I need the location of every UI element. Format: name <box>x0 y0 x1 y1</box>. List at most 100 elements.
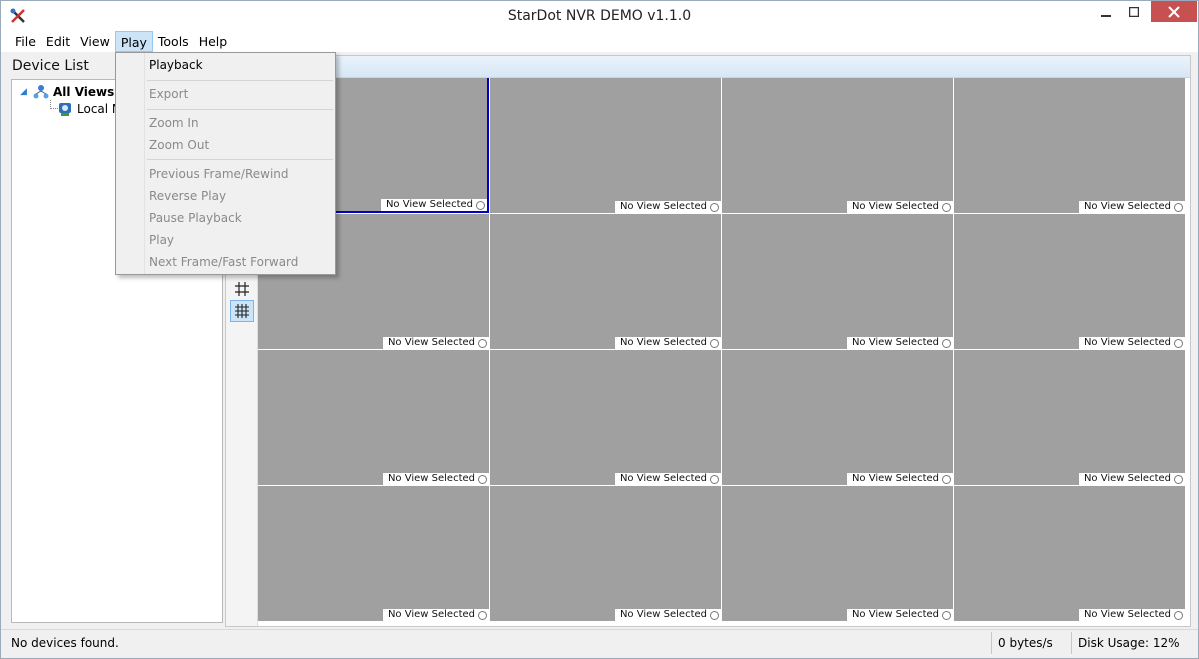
status-disk-usage: Disk Usage: 12% <box>1078 636 1180 650</box>
view-status-text: No View Selected <box>851 337 939 348</box>
camera-view-cell[interactable]: No View Selected <box>490 214 721 349</box>
menu-separator <box>147 109 333 110</box>
status-radio-icon[interactable] <box>478 474 487 484</box>
view-status-text: No View Selected <box>1083 201 1171 212</box>
menu-item-export[interactable]: Export <box>149 84 188 104</box>
menu-item-pause-playback[interactable]: Pause Playback <box>149 208 242 228</box>
grid-4x4-icon <box>235 304 249 318</box>
status-radio-icon[interactable] <box>1174 610 1183 620</box>
camera-view-cell[interactable]: No View Selected <box>954 214 1185 349</box>
view-status-label: No View Selected <box>615 473 721 485</box>
camera-view-cell[interactable]: No View Selected <box>954 78 1185 213</box>
view-status-label: No View Selected <box>615 609 721 621</box>
camera-view-cell[interactable]: No View Selected <box>722 78 953 213</box>
menu-item-play[interactable]: Play <box>149 230 174 250</box>
status-radio-icon[interactable] <box>478 610 487 620</box>
window-title: StarDot NVR DEMO v1.1.0 <box>507 8 692 24</box>
camera-view-cell[interactable]: No View Selected <box>954 350 1185 485</box>
app-window: StarDot NVR DEMO v1.1.0 File Edit View P… <box>0 0 1199 659</box>
view-status-text: No View Selected <box>1083 337 1171 348</box>
expand-arrow-icon[interactable]: ◢ <box>20 87 30 97</box>
menu-edit[interactable]: Edit <box>41 31 75 52</box>
menu-view[interactable]: View <box>75 31 115 52</box>
title-bar[interactable]: StarDot NVR DEMO v1.1.0 <box>1 1 1198 31</box>
view-status-label: No View Selected <box>1079 337 1185 349</box>
camera-view-cell[interactable]: No View Selected <box>490 78 721 213</box>
status-radio-icon[interactable] <box>476 200 485 210</box>
camera-view-cell[interactable]: No View Selected <box>954 486 1185 621</box>
status-radio-icon[interactable] <box>710 338 719 348</box>
status-radio-icon[interactable] <box>478 338 487 348</box>
view-status-text: No View Selected <box>851 609 939 620</box>
status-radio-icon[interactable] <box>1174 202 1183 212</box>
menu-item-zoom-out[interactable]: Zoom Out <box>149 135 209 155</box>
status-message: No devices found. <box>11 636 119 650</box>
maximize-button[interactable] <box>1121 1 1147 23</box>
maximize-icon <box>1129 7 1139 17</box>
view-status-text: No View Selected <box>1083 609 1171 620</box>
camera-view-cell[interactable]: No View Selected <box>258 486 489 621</box>
network-views-icon <box>33 85 49 99</box>
status-radio-icon[interactable] <box>710 610 719 620</box>
view-status-label: No View Selected <box>1079 473 1185 485</box>
camera-view-cell[interactable]: No View Selected <box>258 350 489 485</box>
status-radio-icon[interactable] <box>1174 338 1183 348</box>
tree-node-all-views[interactable]: ◢ All Views <box>20 84 114 100</box>
menu-play[interactable]: Play <box>114 31 153 52</box>
menu-separator <box>147 80 333 81</box>
layout-3x3-button[interactable] <box>230 278 254 300</box>
status-radio-icon[interactable] <box>710 474 719 484</box>
view-status-text: No View Selected <box>851 473 939 484</box>
device-list-title: Device List <box>12 58 89 74</box>
grid-3x3-icon <box>235 282 249 296</box>
view-status-label: No View Selected <box>847 609 953 621</box>
status-radio-icon[interactable] <box>942 474 951 484</box>
view-status-text: No View Selected <box>619 337 707 348</box>
camera-view-cell[interactable]: No View Selected <box>722 486 953 621</box>
view-status-text: No View Selected <box>619 609 707 620</box>
camera-view-cell[interactable]: No View Selected <box>722 214 953 349</box>
view-status-text: No View Selected <box>387 609 475 620</box>
view-status-label: No View Selected <box>383 473 489 485</box>
view-status-label: No View Selected <box>1079 609 1185 621</box>
menu-separator <box>147 159 333 160</box>
view-status-label: No View Selected <box>1079 201 1185 213</box>
view-status-label: No View Selected <box>383 609 489 621</box>
menu-item-playback[interactable]: Playback <box>149 55 203 75</box>
play-menu-dropdown: Playback Export Zoom In Zoom Out Previous Fr… <box>115 52 336 275</box>
tree-node-label: All Views <box>53 85 115 99</box>
minimize-button[interactable] <box>1091 1 1121 23</box>
layout-4x4-button[interactable] <box>230 300 254 322</box>
view-status-label: No View Selected <box>383 337 489 349</box>
view-status-text: No View Selected <box>1083 473 1171 484</box>
menu-item-reverse-play[interactable]: Reverse Play <box>149 186 226 206</box>
view-status-label: No View Selected <box>847 201 953 213</box>
local-view-icon <box>59 103 71 116</box>
view-status-text: No View Selected <box>385 199 473 210</box>
view-status-label: No View Selected <box>615 337 721 349</box>
status-radio-icon[interactable] <box>710 202 719 212</box>
view-toolbar <box>226 56 1190 78</box>
camera-view-cell[interactable]: No View Selected <box>490 486 721 621</box>
menu-item-previous-frame[interactable]: Previous Frame/Rewind <box>149 164 289 184</box>
view-status-text: No View Selected <box>851 201 939 212</box>
view-status-text: No View Selected <box>387 473 475 484</box>
minimize-icon <box>1101 15 1111 17</box>
status-radio-icon[interactable] <box>942 338 951 348</box>
view-area: No View Selected No View Selected No View … <box>225 55 1191 627</box>
status-radio-icon[interactable] <box>942 202 951 212</box>
menu-item-next-frame[interactable]: Next Frame/Fast Forward <box>149 252 298 272</box>
menu-bar: File Edit View Play Tools Help <box>1 31 1198 52</box>
status-radio-icon[interactable] <box>1174 474 1183 484</box>
status-radio-icon[interactable] <box>942 610 951 620</box>
camera-view-cell[interactable]: No View Selected <box>722 350 953 485</box>
view-status-text: No View Selected <box>619 201 707 212</box>
menu-file[interactable]: File <box>10 31 41 52</box>
menu-item-zoom-in[interactable]: Zoom In <box>149 113 199 133</box>
view-status-label: No View Selected <box>615 201 721 213</box>
menu-tools[interactable]: Tools <box>153 31 194 52</box>
menu-help[interactable]: Help <box>194 31 233 52</box>
camera-view-cell[interactable]: No View Selected <box>490 350 721 485</box>
tree-node-local[interactable]: Local N <box>57 101 121 117</box>
close-button[interactable] <box>1151 1 1197 22</box>
